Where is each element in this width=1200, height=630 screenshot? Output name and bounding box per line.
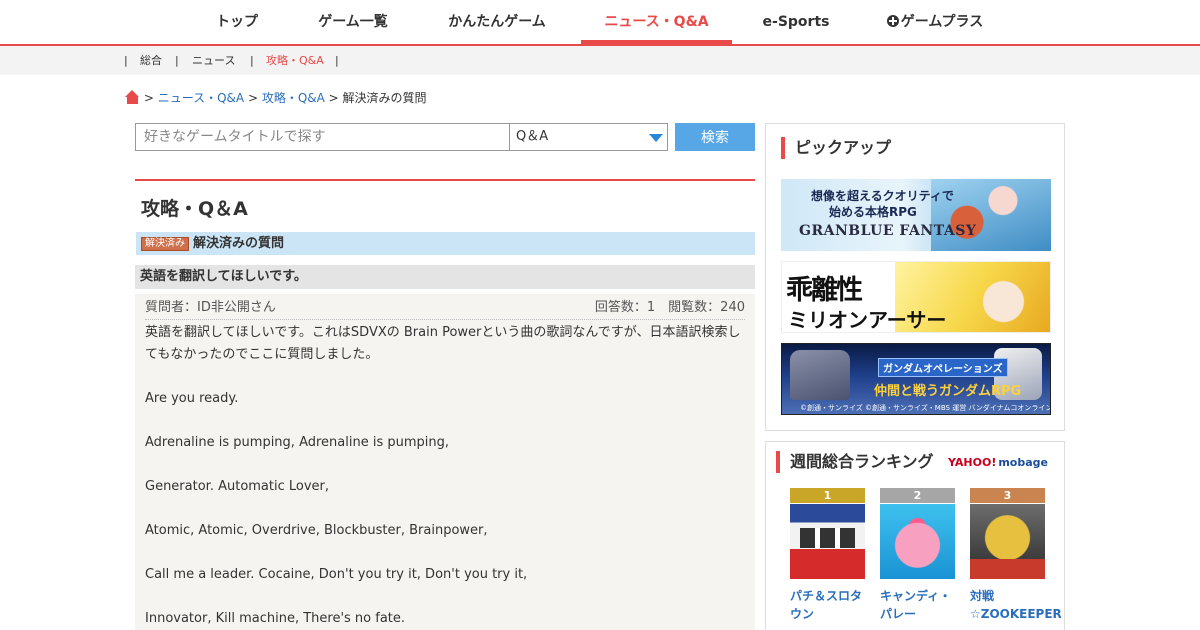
subnav-separator: | — [335, 54, 339, 67]
ranking-item[interactable]: 1 パチ＆スロタウン — [790, 488, 865, 623]
banner-badge: ガンダムオペレーションズ — [878, 358, 1008, 377]
question-asker: 質問者：ID非公開さん — [145, 300, 276, 315]
game-thumbnail — [880, 504, 955, 579]
nav-item-game-list[interactable]: ゲーム一覧 — [299, 0, 407, 44]
pickup-heading: ピックアップ — [781, 137, 891, 159]
ranking-box: 週間総合ランキング YAHOO! mobage 1 パチ＆スロタウン 2 キャンデ… — [765, 441, 1065, 630]
question-meta: 質問者：ID非公開さん 回答数：1 閲覧数：240 — [145, 300, 745, 320]
subnav-separator: | — [175, 54, 179, 67]
home-icon[interactable] — [125, 90, 140, 104]
banner-art — [790, 350, 850, 400]
nav-item-news-qa[interactable]: ニュース・Q&A — [581, 0, 732, 44]
banner-logo-text: 乖離性 — [786, 275, 863, 306]
game-thumbnail — [790, 504, 865, 579]
main-divider — [135, 179, 755, 181]
game-title: キャンディ・パレー — [880, 589, 952, 621]
ranking-heading: 週間総合ランキング — [776, 451, 934, 473]
ranking-item[interactable]: 3 対戦☆ZOOKEEPER — [970, 488, 1062, 623]
breadcrumb: > ニュース・Q&A > 攻略・Q&A > 解決済みの質問 — [125, 89, 427, 107]
banner-million-arthur[interactable]: 乖離性 ミリオンアーサー — [781, 261, 1051, 333]
question-line: Generator. Automatic Lover, — [145, 479, 330, 494]
question-line: 英語を翻訳してほしいです。これはSDVXの Brain Powerという曲の歌詞… — [145, 325, 741, 362]
mobage-logo-text: mobage — [998, 456, 1048, 469]
game-title: パチ＆スロタウン — [790, 589, 863, 621]
question-line — [145, 498, 745, 520]
pickup-box: ピックアップ 想像を超えるクオリティで 始める本格RPG GRANBLUE FA… — [765, 123, 1065, 431]
search-input[interactable] — [135, 123, 510, 151]
breadcrumb-link-news-qa[interactable]: ニュース・Q&A — [158, 91, 244, 105]
question-title: 英語を翻訳してほしいです。 — [135, 265, 755, 289]
chevron-down-icon — [649, 134, 663, 142]
breadcrumb-separator: > — [247, 91, 262, 105]
breadcrumb-separator: > — [143, 91, 158, 105]
nav-item-top[interactable]: トップ — [205, 0, 269, 44]
banner-text: 仲間と戦うガンダムRPG — [874, 384, 1022, 399]
top-nav: トップ ゲーム一覧 かんたんゲーム ニュース・Q&A e-Sports ゲームプ… — [0, 0, 1200, 46]
rank-number: 1 — [790, 488, 865, 503]
subnav-item-news[interactable]: ニュース — [192, 46, 235, 75]
subnav-separator: | — [124, 54, 128, 67]
yahoo-mobage-logo: YAHOO! mobage — [948, 456, 1048, 469]
rank-number: 3 — [970, 488, 1045, 503]
question-line: Innovator, Kill machine, There's no fate… — [145, 611, 406, 626]
breadcrumb-link-strategy-qa[interactable]: 攻略・Q&A — [262, 91, 325, 105]
question-line: Are you ready. — [145, 391, 239, 406]
question-body: 質問者：ID非公開さん 回答数：1 閲覧数：240 英語を翻訳してほしいです。こ… — [135, 294, 755, 630]
rank-number: 2 — [880, 488, 955, 503]
section-label: 解決済みの質問 — [193, 236, 285, 251]
page-title: 攻略・Q＆A — [141, 198, 248, 220]
banner-logo-text: GRANBLUE FANTASY — [799, 223, 977, 239]
banner-logo-text: ミリオンアーサー — [788, 308, 947, 332]
question-line — [145, 542, 745, 564]
question-line — [145, 454, 745, 476]
search-category-value: Q＆A — [516, 129, 549, 144]
question-line: Atomic, Atomic, Overdrive, Blockbuster, … — [145, 523, 488, 538]
subnav-item-strategy-qa[interactable]: 攻略・Q&A — [266, 46, 324, 75]
question-line — [145, 586, 745, 608]
question-text: 英語を翻訳してほしいです。これはSDVXの Brain Powerという曲の歌詞… — [145, 322, 745, 630]
nav-item-esports[interactable]: e-Sports — [752, 0, 840, 44]
breadcrumb-separator: > — [328, 91, 343, 105]
nav-item-game-plus[interactable]: ゲームプラス — [870, 0, 1000, 44]
question-counts: 回答数：1 閲覧数：240 — [594, 300, 745, 315]
section-header: 解決済み 解決済みの質問 — [136, 232, 755, 255]
solved-badge: 解決済み — [141, 237, 189, 251]
banner-text: 始める本格RPG — [829, 205, 917, 219]
banner-text: 想像を超えるクオリティで — [811, 189, 954, 203]
search-category-select[interactable]: Q＆A — [509, 123, 668, 151]
nav-item-easy-games[interactable]: かんたんゲーム — [432, 0, 562, 44]
question-line: Adrenaline is pumping, Adrenaline is pum… — [145, 435, 449, 450]
banner-granblue-fantasy[interactable]: 想像を超えるクオリティで 始める本格RPG GRANBLUE FANTASY — [781, 179, 1051, 251]
sub-nav: | 総合 | ニュース | 攻略・Q&A | — [0, 46, 1200, 75]
question-line — [145, 410, 745, 432]
question-line — [145, 366, 745, 388]
breadcrumb-current: 解決済みの質問 — [342, 91, 427, 105]
banner-gundam-operations[interactable]: ガンダムオペレーションズ 仲間と戦うガンダムRPG ©創通・サンライズ ©創通・… — [781, 343, 1051, 415]
game-title: 対戦☆ZOOKEEPER — [970, 589, 1062, 621]
subnav-item-general[interactable]: 総合 — [140, 46, 162, 75]
banner-credit: ©創通・サンライズ ©創通・サンライズ・MBS 運営 バンダイナムコオンライン — [800, 404, 1051, 412]
yahoo-logo-text: YAHOO! — [947, 456, 997, 469]
search-button[interactable]: 検索 — [675, 123, 755, 151]
game-thumbnail — [970, 504, 1045, 579]
nav-item-game-plus-label: ゲームプラス — [900, 14, 984, 30]
plus-icon — [886, 15, 899, 27]
question-line: Call me a leader. Cocaine, Don't you try… — [145, 567, 528, 582]
subnav-separator: | — [250, 54, 254, 67]
ranking-item[interactable]: 2 キャンディ・パレー — [880, 488, 955, 623]
